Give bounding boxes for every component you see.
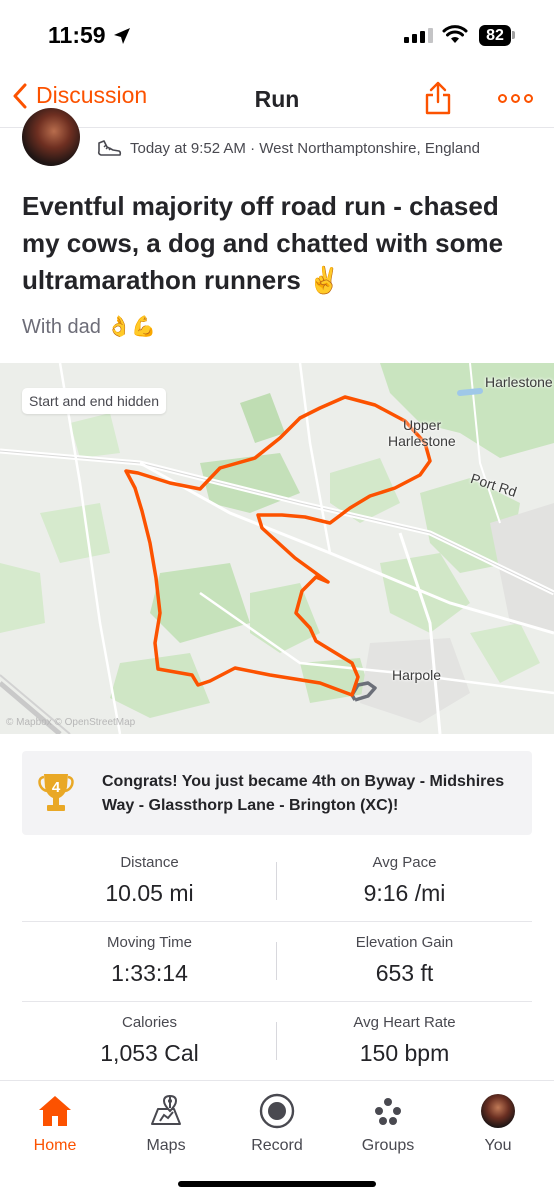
share-icon[interactable]	[424, 80, 452, 116]
route-map[interactable]: Start and end hidden Harlestone Upper Ha…	[0, 363, 554, 734]
trophy-icon: 4	[38, 774, 74, 811]
stat-calories: Calories 1,053 Cal	[22, 1014, 277, 1067]
map-icon	[151, 1094, 181, 1125]
tab-label: You	[484, 1137, 512, 1154]
navigation-bar: Discussion Run	[0, 72, 554, 128]
stats-row: Calories 1,053 Cal Avg Heart Rate 150 bp…	[22, 1002, 532, 1082]
map-attribution: © Mapbox © OpenStreetMap	[6, 717, 136, 728]
stat-value: 10.05 mi	[105, 880, 194, 906]
stats-row: Moving Time 1:33:14 Elevation Gain 653 f…	[22, 922, 532, 1002]
stat-label: Distance	[120, 854, 179, 871]
stat-avg-heart-rate: Avg Heart Rate 150 bpm	[277, 1014, 532, 1067]
place-label-upper: Upper	[403, 417, 442, 433]
stat-value: 9:16 /mi	[363, 880, 446, 906]
wifi-icon	[442, 25, 468, 43]
athlete-avatar[interactable]	[22, 108, 80, 166]
stat-elevation-gain: Elevation Gain 653 ft	[277, 934, 532, 987]
tab-you[interactable]: You	[443, 1091, 553, 1155]
achievement-text: Congrats! You just became 4th on Byway -…	[102, 773, 505, 814]
stat-label: Calories	[121, 1014, 178, 1031]
activity-description: With dad 👌💪	[22, 316, 157, 338]
tab-groups[interactable]: Groups	[333, 1091, 443, 1155]
stat-value: 653 ft	[375, 960, 434, 986]
record-icon	[259, 1093, 295, 1129]
tab-label: Maps	[146, 1137, 186, 1154]
status-bar: 11:59 82	[0, 0, 554, 72]
battery-tip	[512, 31, 515, 39]
location-arrow-icon	[114, 28, 130, 44]
trophy-rank: 4	[52, 779, 61, 796]
place-label-upper-harlestone: Harlestone	[388, 433, 456, 449]
tab-label: Groups	[361, 1137, 415, 1154]
stats-row: Distance 10.05 mi Avg Pace 9:16 /mi	[22, 842, 532, 922]
more-options-icon[interactable]	[498, 94, 533, 103]
cellular-signal-icon	[404, 28, 433, 43]
activity-time-location: Today at 9:52 AM · West Northamptonshire…	[130, 139, 480, 157]
achievement-banner[interactable]: 4 Congrats! You just became 4th on Byway…	[22, 751, 532, 835]
stat-label: Moving Time	[106, 934, 193, 951]
activity-meta: Today at 9:52 AM · West Northamptonshire…	[96, 138, 480, 158]
status-time: 11:59	[48, 22, 106, 48]
stat-label: Avg Heart Rate	[353, 1014, 456, 1031]
tab-home[interactable]: Home	[0, 1091, 110, 1155]
stat-moving-time: Moving Time 1:33:14	[22, 934, 277, 987]
avatar	[481, 1094, 515, 1128]
place-label-harlestone: Harlestone	[485, 374, 553, 390]
route-line	[124, 395, 432, 702]
stat-value: 150 bpm	[359, 1040, 450, 1066]
groups-icon	[375, 1098, 401, 1125]
stat-value: 1,053 Cal	[100, 1040, 199, 1066]
activity-title: Eventful majority off road run - chased …	[22, 191, 504, 295]
tab-record[interactable]: Record	[222, 1091, 332, 1155]
stat-label: Avg Pace	[372, 854, 437, 871]
stat-distance: Distance 10.05 mi	[22, 854, 277, 907]
privacy-badge: Start and end hidden	[22, 388, 166, 414]
home-indicator	[178, 1181, 376, 1187]
shoe-icon	[97, 140, 122, 156]
home-icon	[39, 1096, 71, 1126]
page-title: Run	[254, 86, 300, 112]
tab-maps[interactable]: Maps	[111, 1091, 221, 1155]
stat-value: 1:33:14	[111, 960, 188, 986]
stat-label: Elevation Gain	[355, 934, 454, 951]
place-label-harpole: Harpole	[392, 667, 442, 683]
stat-avg-pace: Avg Pace 9:16 /mi	[277, 854, 532, 907]
tab-label: Home	[33, 1137, 77, 1154]
stats-grid: Distance 10.05 mi Avg Pace 9:16 /mi Movi…	[22, 842, 532, 1082]
battery-indicator: 82	[479, 25, 511, 46]
tab-label: Record	[251, 1137, 303, 1154]
